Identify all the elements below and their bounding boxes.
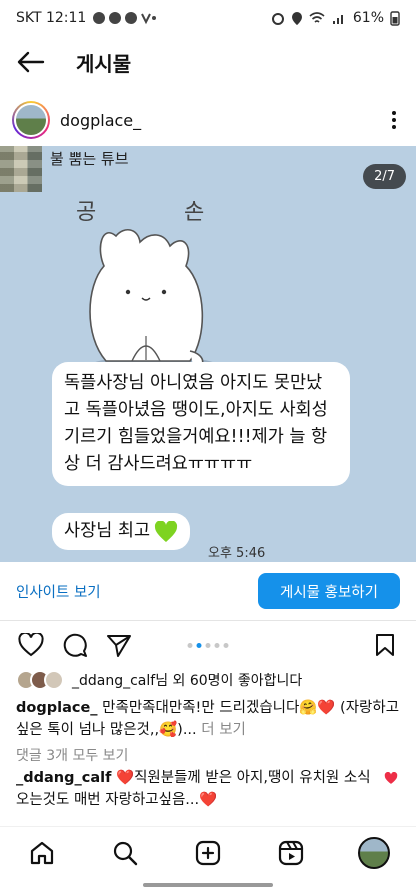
caption-username[interactable]: dogplace_ xyxy=(16,700,98,716)
signal-icon xyxy=(332,15,343,24)
chat-bubble-1: 독플사장님 아니였음 아지도 못만났고 독플아녔음 땡이도,아지도 사회성 기르… xyxy=(52,362,350,486)
heart-icon xyxy=(18,633,44,657)
carousel-dot-active xyxy=(196,642,202,648)
view-all-comments-link[interactable]: 댓글 3개 모두 보기 xyxy=(16,745,128,765)
page-title: 게시물 xyxy=(76,51,132,76)
comment-item-partial xyxy=(16,814,396,824)
liker-avatars xyxy=(16,670,64,690)
comment-button[interactable] xyxy=(60,630,90,660)
post-image[interactable]: 불 뿜는 튜브 2/7 공 손 독플사장님 아니였음 아지도 못만났고 독플아녔… xyxy=(0,146,416,562)
arrow-left-icon xyxy=(17,51,45,73)
post-author-row: dogplace_ xyxy=(0,96,416,144)
comment-username[interactable]: _ddang_calf xyxy=(16,770,111,786)
carousel-counter: 2/7 xyxy=(363,164,406,189)
bookmark-icon xyxy=(376,634,394,656)
battery-icon xyxy=(390,11,400,26)
like-button[interactable] xyxy=(16,630,46,660)
carousel-dot xyxy=(205,642,211,648)
nav-search[interactable] xyxy=(105,833,145,873)
home-icon xyxy=(30,841,53,864)
chat-avatar-blurred xyxy=(0,146,42,192)
chat-sender-name: 불 뿜는 튜브 xyxy=(50,150,129,168)
nav-home[interactable] xyxy=(22,833,62,873)
chat-bubble-2-text: 사장님 최고 xyxy=(64,521,151,541)
create-icon xyxy=(195,840,221,865)
nav-create[interactable] xyxy=(188,833,228,873)
wifi-icon xyxy=(309,12,325,23)
more-dot-icon xyxy=(392,118,396,122)
author-avatar[interactable] xyxy=(12,101,50,139)
carousel-dot xyxy=(214,642,220,648)
divider xyxy=(0,620,416,621)
app-header: 게시물 xyxy=(0,36,416,88)
notification-icons xyxy=(92,11,157,25)
save-button[interactable] xyxy=(370,630,400,660)
liker-avatar xyxy=(44,670,64,690)
status-time: SKT 12:11 xyxy=(16,10,87,26)
alarm-icon xyxy=(271,13,284,25)
caption-more-link[interactable]: 더 보기 xyxy=(201,722,246,738)
comment-item: _ddang_calf ❤️직원분들께 받은 아지,땡이 유치원 소식오는것도 … xyxy=(16,767,380,811)
nav-profile[interactable] xyxy=(354,833,394,873)
share-button[interactable] xyxy=(104,630,134,660)
send-icon xyxy=(107,635,131,657)
status-bar: SKT 12:11 61% xyxy=(0,0,416,36)
likes-row[interactable]: _ddang_calf님 외 60명이 좋아합니다 xyxy=(16,670,302,690)
more-dot-icon xyxy=(392,125,396,129)
search-icon xyxy=(113,841,137,865)
battery-percent: 61% xyxy=(352,10,384,26)
home-indicator xyxy=(143,883,273,887)
likes-text: _ddang_calf님 외 60명이 좋아합니다 xyxy=(72,673,303,689)
carousel-dot xyxy=(223,642,229,648)
promo-row: 인사이트 보기 게시물 홍보하기 xyxy=(0,566,416,616)
reels-icon xyxy=(279,840,304,865)
more-dot-icon xyxy=(392,111,396,115)
status-right: 61% xyxy=(271,10,400,26)
chat-timestamp: 오후 5:46 xyxy=(208,546,266,561)
more-options-button[interactable] xyxy=(384,105,404,135)
action-row xyxy=(0,628,416,662)
location-icon xyxy=(291,12,302,25)
profile-avatar xyxy=(358,836,391,869)
filled-heart-icon xyxy=(384,771,398,784)
promote-post-button[interactable]: 게시물 홍보하기 xyxy=(258,573,400,609)
comment-icon xyxy=(63,633,87,657)
sticker-text-right: 손 xyxy=(184,200,205,225)
status-left: SKT 12:11 xyxy=(16,10,157,26)
carousel-indicator xyxy=(187,642,229,648)
chat-bubble-2: 사장님 최고 xyxy=(52,513,191,550)
sticker-text-left: 공 xyxy=(76,200,97,225)
author-username[interactable]: dogplace_ xyxy=(60,111,141,130)
bottom-nav xyxy=(0,826,416,878)
post-caption: dogplace_ 만족만족대만족!만 드리겠습니다🤗❤️ (자랑하고싶은 톡이… xyxy=(16,697,402,741)
nav-reels[interactable] xyxy=(271,833,311,873)
comment-like-button[interactable] xyxy=(384,770,398,789)
green-heart-icon xyxy=(155,520,178,542)
carousel-dot xyxy=(187,642,193,648)
view-insights-link[interactable]: 인사이트 보기 xyxy=(16,581,101,602)
back-button[interactable] xyxy=(14,45,48,79)
